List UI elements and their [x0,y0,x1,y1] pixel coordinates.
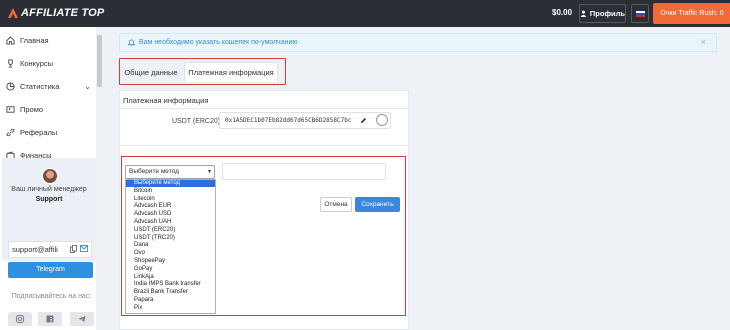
alert-text: Вам необходимо указать кошелек по-умолча… [139,39,298,46]
method-select-value: Выберите метод [129,168,179,175]
facebook-button[interactable] [38,312,62,326]
method-select[interactable]: Выберите метод ▾ [125,165,215,179]
sidebar-item-home[interactable]: Главная [0,29,95,52]
language-button[interactable] [631,4,649,23]
payment-panel-title: Платежная информация [123,96,209,105]
chart-icon [6,82,15,91]
save-button[interactable]: Сохранить [355,197,400,212]
method-option[interactable]: USDT (ERC20) [126,227,215,234]
facebook-icon [46,315,54,323]
balance: $0.00 [552,8,573,17]
method-option[interactable]: Dana [126,242,215,249]
pencil-icon [360,117,366,124]
method-option[interactable]: USDT (TRC20) [126,235,215,242]
link-icon [6,128,15,137]
copy-icon[interactable] [70,245,77,253]
logo-text: AFFILIATE TOP [21,7,105,19]
default-wallet-radio[interactable] [376,114,388,126]
top-bar: AFFILIATE TOP $0.00 Профиль Очки Traffic… [0,0,730,27]
close-icon[interactable]: × [701,37,706,47]
sidebar-item-contests[interactable]: Конкурсы [0,52,95,75]
method-option[interactable]: Bitcoin [126,188,215,195]
method-option[interactable]: Advcash USD [126,211,215,218]
sidebar-scrollbar-thumb[interactable] [97,35,102,87]
method-option[interactable]: Advcash EUR [126,203,215,210]
sidebar-item-referrals[interactable]: Рефералы [0,121,95,144]
manager-email-field[interactable]: support@affili [8,241,92,258]
wallet-input[interactable] [222,163,386,180]
profile-label: Профиль [589,9,625,18]
mail-icon[interactable] [80,245,88,252]
logo[interactable]: AFFILIATE TOP [6,5,104,21]
telegram-social-button[interactable] [70,312,94,326]
method-option[interactable]: ShopeePay [126,258,215,265]
divider [119,145,409,146]
method-option[interactable]: Выберите метод [126,180,215,188]
bell-icon [128,39,135,46]
method-option[interactable]: Advcash UAH [126,219,215,226]
sidebar-item-label: Рефералы [20,128,58,137]
method-option[interactable]: Brazil Bank Transfer [126,289,215,296]
cancel-button[interactable]: Отмена [320,197,352,212]
chevron-down-icon: ▾ [207,169,211,175]
divider [119,108,409,109]
method-option[interactable]: Ovo [126,250,215,257]
method-option[interactable]: Pix [126,305,215,312]
logo-mark-icon [8,8,18,18]
method-option[interactable]: LinkAja [126,274,215,281]
edit-wallet-button[interactable] [356,113,370,128]
wallet-alert: Вам необходимо указать кошелек по-умолча… [119,33,717,52]
method-option[interactable]: India IMPS Bank transfer [126,281,215,288]
avatar [42,168,58,184]
sidebar-item-label: Конкурсы [20,59,54,68]
sidebar-item-label: Промо [20,105,44,114]
manager-email: support@affili [12,245,58,254]
sidebar-item-statistics[interactable]: Статистика ⌄ [0,75,95,98]
flag-ru-icon [635,10,645,17]
sidebar-item-label: Главная [20,36,49,45]
telegram-icon [78,316,86,322]
manager-name: Support [35,196,63,203]
instagram-icon [16,315,24,323]
sidebar-item-promo[interactable]: Промо [0,98,95,121]
wallet-label: USDT (ERC20) [172,118,221,125]
profile-button[interactable]: Профиль [579,4,626,23]
chevron-down-icon: ⌄ [84,82,91,91]
method-option[interactable]: Papara [126,297,215,304]
tabs-highlight-box [119,58,286,85]
sidebar-item-label: Статистика [20,82,60,91]
promo-icon [6,106,15,113]
method-option[interactable]: GoPay [126,266,215,273]
traffic-rush-button[interactable]: Очки Traffic Rush: 0 [653,3,730,24]
instagram-button[interactable] [8,312,32,326]
method-option[interactable]: Litecoin [126,196,215,203]
trophy-icon [8,59,13,68]
user-icon [580,10,587,17]
telegram-button[interactable]: Telegram [8,262,93,278]
method-dropdown: Выберите метод Bitcoin Litecoin Advcash … [125,179,216,314]
manager-title: Ваш личный менеджер [11,186,87,193]
home-icon [6,36,15,45]
subscribe-label: Подписывайтесь на нас: [11,293,92,300]
